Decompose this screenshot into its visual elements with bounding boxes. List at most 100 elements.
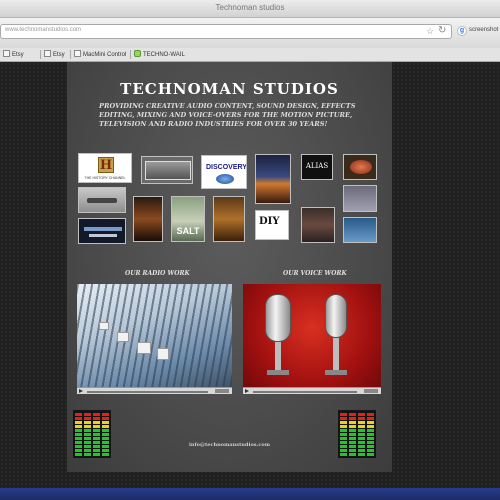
meter-segment: [102, 433, 109, 436]
meter-segment: [75, 413, 82, 416]
logo-12[interactable]: [301, 207, 335, 243]
movie-poster-2[interactable]: [133, 196, 163, 242]
meter-segment: [102, 425, 109, 428]
logo-6[interactable]: [343, 154, 377, 180]
meter-segment: [340, 417, 347, 420]
history-channel-logo[interactable]: H THE HISTORY CHANNEL: [78, 153, 132, 183]
seek-bar[interactable]: [87, 391, 208, 393]
meter-column: [84, 412, 91, 456]
history-h-mark: H: [98, 157, 114, 173]
meter-segment: [75, 425, 82, 428]
logo-7[interactable]: [78, 187, 126, 213]
discovery-logo[interactable]: DISCOVERY: [201, 155, 247, 189]
bookmark-macmini-control[interactable]: MacMini Control: [74, 50, 126, 58]
meter-segment: [93, 453, 100, 456]
meter-segment: [84, 437, 91, 440]
meter-segment: [340, 437, 347, 440]
bookmark-star-icon[interactable]: ☆: [426, 26, 434, 37]
movie-poster-3[interactable]: [213, 196, 245, 242]
meter-segment: [367, 433, 374, 436]
voice-work-label: OUR VOICE WORK: [283, 270, 347, 277]
globe-icon: [216, 174, 234, 184]
meter-column: [93, 412, 100, 456]
salt-poster[interactable]: SALT: [171, 196, 205, 242]
volume-slider[interactable]: [364, 389, 378, 393]
meter-segment: [84, 425, 91, 428]
history-caption: THE HISTORY CHANNEL: [84, 176, 126, 180]
bookmark-divider: [70, 50, 71, 59]
seek-bar[interactable]: [253, 391, 357, 393]
window-titlebar: Technoman studios: [0, 0, 500, 18]
alias-logo[interactable]: ALIAS: [301, 154, 333, 180]
bookmark-divider: [40, 50, 41, 59]
contact-email[interactable]: info@technomanstudios.com: [67, 442, 392, 448]
play-icon[interactable]: [245, 389, 249, 393]
meter-segment: [367, 413, 374, 416]
site-tagline: PROVIDING CREATIVE AUDIO CONTENT, SOUND …: [99, 102, 356, 128]
url-field[interactable]: www.technomanstudios.com ☆ ↻: [0, 24, 452, 39]
meter-segment: [349, 421, 356, 424]
bookmark-page-icon: [3, 50, 10, 57]
meter-column: [340, 412, 347, 456]
meter-segment: [93, 429, 100, 432]
meter-segment: [367, 437, 374, 440]
bookmark-etsy-2[interactable]: Etsy: [44, 50, 65, 58]
movie-poster-1[interactable]: [255, 154, 291, 204]
meter-segment: [75, 429, 82, 432]
meter-segment: [102, 421, 109, 424]
meter-segment: [84, 449, 91, 452]
meter-segment: [367, 429, 374, 432]
meter-segment: [358, 437, 365, 440]
reload-icon[interactable]: ↻: [438, 25, 446, 36]
extension-label: screenshot: [469, 27, 499, 33]
volume-slider[interactable]: [215, 389, 229, 393]
meter-segment: [358, 453, 365, 456]
level-meter-right: [338, 410, 376, 458]
logo-15[interactable]: [343, 217, 377, 243]
radio-work-label: OUR RADIO WORK: [125, 270, 190, 277]
meter-segment: [340, 453, 347, 456]
radio-video-player[interactable]: [77, 284, 232, 394]
diy-logo[interactable]: DIY: [255, 210, 289, 240]
voice-video-controls: [243, 387, 381, 394]
meter-segment: [340, 433, 347, 436]
meter-segment: [93, 433, 100, 436]
meter-segment: [84, 453, 91, 456]
extension-button[interactable]: g screenshot: [457, 26, 500, 38]
bookmarks-bar: Etsy Etsy MacMini Control TECHNO-WAIL: [0, 48, 500, 62]
discovery-text: DISCOVERY: [206, 164, 247, 171]
meter-segment: [367, 425, 374, 428]
meter-segment: [75, 449, 82, 452]
meter-column: [367, 412, 374, 456]
meter-segment: [358, 433, 365, 436]
meter-segment: [349, 425, 356, 428]
toolbar: www.technomanstudios.com ☆ ↻ g screensho…: [0, 18, 500, 48]
logo-2[interactable]: [141, 156, 193, 184]
meter-segment: [102, 429, 109, 432]
level-meter-left: [73, 410, 111, 458]
logo-13[interactable]: [343, 185, 377, 212]
logo-14[interactable]: [78, 218, 126, 244]
meter-segment: [367, 453, 374, 456]
meter-segment: [93, 437, 100, 440]
meter-segment: [75, 421, 82, 424]
bookmark-techno-wail[interactable]: TECHNO-WAIL: [134, 50, 185, 58]
meter-segment: [349, 449, 356, 452]
meter-segment: [75, 453, 82, 456]
voice-video-player[interactable]: [243, 284, 381, 394]
meter-segment: [75, 437, 82, 440]
meter-segment: [93, 421, 100, 424]
desktop-taskbar: [0, 488, 500, 500]
meter-segment: [367, 417, 374, 420]
meter-segment: [358, 417, 365, 420]
bookmark-etsy-1[interactable]: Etsy: [3, 50, 24, 58]
meter-segment: [340, 449, 347, 452]
diy-text: DIY: [259, 216, 280, 227]
meter-segment: [84, 413, 91, 416]
meter-segment: [340, 413, 347, 416]
play-icon[interactable]: [79, 389, 83, 393]
mixing-console-image: [77, 284, 232, 387]
meter-segment: [340, 425, 347, 428]
meter-segment: [349, 429, 356, 432]
bookmark-page-icon: [74, 50, 81, 57]
